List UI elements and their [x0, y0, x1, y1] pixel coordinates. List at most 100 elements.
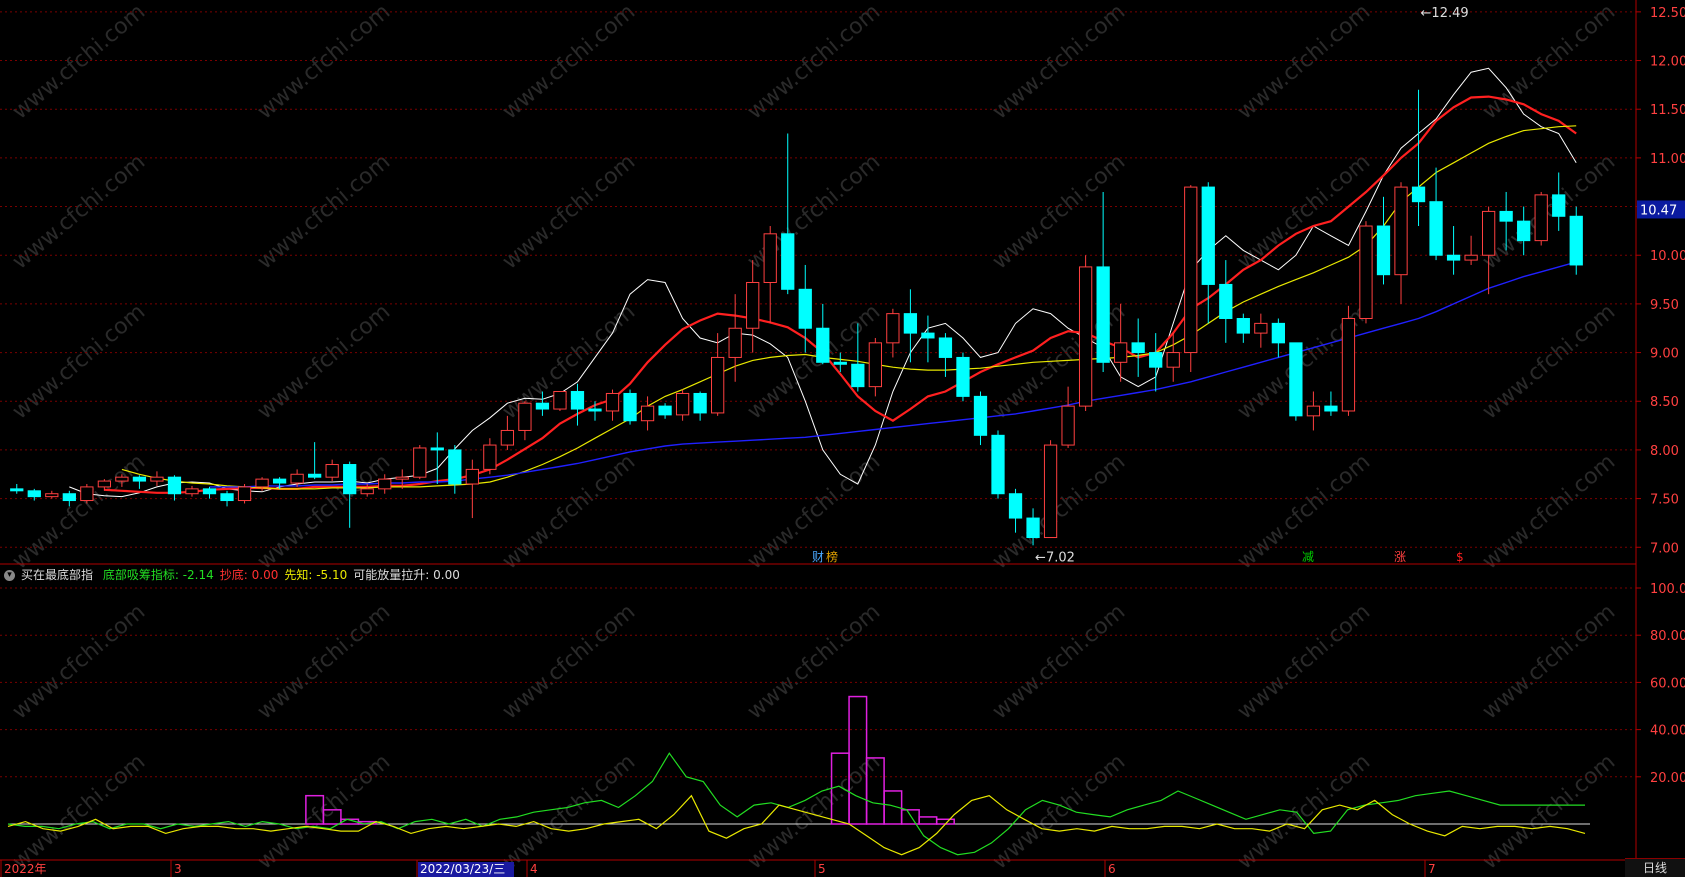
candle-up	[80, 486, 94, 502]
moving-average-lines	[69, 67, 1577, 498]
watermark-text: www.cfchi.com	[1478, 299, 1620, 424]
indicator-tick-label: 100.00	[1650, 582, 1685, 597]
candle-up	[483, 444, 497, 470]
price-tick-label: 9.00	[1650, 347, 1679, 362]
watermark-text: www.cfchi.com	[988, 599, 1130, 724]
indicator-name: 买在最底部指	[21, 568, 94, 582]
candle-up	[237, 486, 252, 502]
indicator-value: 抄底:	[219, 568, 252, 582]
chaodi-bar	[918, 816, 938, 825]
low-price-marker: ←7.02	[1035, 550, 1075, 565]
candle-down	[956, 356, 970, 397]
watermark-text: www.cfchi.com	[253, 149, 395, 274]
candle-down	[798, 288, 812, 329]
indicator-tick-label: 60.00	[1650, 676, 1685, 691]
date-label: 5	[818, 862, 826, 876]
watermark-text: www.cfchi.com	[8, 299, 150, 424]
candle-up	[605, 392, 620, 412]
candle-up	[360, 488, 374, 495]
candle-up	[1534, 194, 1548, 242]
collapse-icon[interactable]: ▾	[4, 570, 15, 581]
watermark-text: www.cfchi.com	[1233, 599, 1375, 724]
price-tick-label: 11.00	[1650, 152, 1685, 167]
candle-down	[781, 233, 795, 290]
candle-down	[1271, 322, 1285, 344]
candle-up	[465, 468, 479, 485]
price-tick-label: 12.00	[1650, 55, 1685, 70]
indicator-values: 底部吸筹指标: -2.14 抄底: 0.00 先知: -5.10 可能放量拉升: 0.…	[103, 568, 466, 582]
chart-stage[interactable]: www.cfchi.com www.cfchi.com www.cfchi.com w…	[0, 0, 1685, 877]
event-marker: $	[1456, 550, 1464, 564]
candle-down	[10, 488, 24, 492]
candle-up	[1306, 405, 1321, 417]
watermark-text: www.cfchi.com	[498, 599, 640, 724]
period-button[interactable]: 日线	[1625, 858, 1685, 877]
price-tick-label: 11.50	[1650, 103, 1685, 118]
candle-down	[132, 476, 147, 482]
watermark-text: www.cfchi.com	[988, 0, 1130, 125]
high-price-marker: ←12.49	[1421, 6, 1469, 21]
price-axis: 12.5012.0011.5011.0010.5010.009.509.008.…	[0, 6, 1685, 877]
watermark-text: www.cfchi.com	[253, 299, 395, 424]
watermark-text: www.cfchi.com	[498, 449, 640, 574]
candle-up	[255, 478, 269, 488]
candle-down	[167, 476, 182, 495]
price-tick-label: 12.50	[1650, 6, 1685, 21]
candle-down	[1569, 215, 1583, 266]
watermark-text: www.cfchi.com	[743, 0, 885, 125]
candle-down	[27, 490, 41, 498]
date-label: 4	[530, 862, 538, 876]
candle-down	[833, 361, 847, 365]
candle-down	[991, 434, 1005, 495]
candle-down	[1376, 225, 1391, 276]
watermark-text: www.cfchi.com	[1478, 449, 1620, 574]
ma-line-ma5	[69, 67, 1577, 498]
candle-down	[1289, 342, 1303, 417]
candle-up	[150, 476, 164, 482]
candle-up	[1464, 254, 1478, 261]
event-marker: 榜	[826, 549, 838, 564]
candle-up	[97, 480, 112, 488]
price-tick-label: 7.00	[1650, 541, 1679, 556]
candle-down	[658, 405, 672, 416]
event-marker: 涨	[1394, 549, 1406, 564]
watermark-text: www.cfchi.com	[498, 0, 640, 125]
candle-up	[1254, 322, 1268, 334]
candle-up	[1114, 342, 1128, 363]
candle-down	[693, 392, 707, 414]
candle-up	[553, 391, 567, 410]
price-tick-label: 9.50	[1650, 298, 1679, 313]
candle-up	[45, 493, 59, 498]
indicator-value: 底部吸筹指标:	[102, 568, 183, 582]
candle-down	[202, 488, 217, 495]
candle-down	[816, 327, 830, 363]
candle-up	[378, 478, 392, 490]
candle-up	[763, 233, 777, 283]
candle-up	[1184, 186, 1198, 354]
candle-down	[903, 313, 918, 334]
candle-down	[448, 449, 462, 485]
watermark-text: www.cfchi.com	[1233, 149, 1375, 274]
watermark-text: www.cfchi.com	[8, 149, 150, 274]
watermark-text: www.cfchi.com	[1478, 749, 1620, 874]
candle-up	[395, 476, 409, 480]
candle-up	[886, 313, 900, 344]
candle-up	[1359, 225, 1373, 320]
candle-down	[1236, 318, 1250, 334]
candle-down	[1446, 254, 1461, 261]
date-label: 2022年	[4, 862, 47, 876]
candle-down	[570, 391, 585, 410]
grid-lines	[0, 0, 1685, 861]
candle-down	[62, 493, 76, 502]
watermark-text: www.cfchi.com	[8, 0, 150, 125]
current-price-label: 10.47	[1640, 203, 1677, 218]
date-label: 3	[174, 862, 182, 876]
candle-down	[308, 473, 322, 478]
watermark-text: www.cfchi.com	[743, 749, 885, 874]
watermark-text: www.cfchi.com	[253, 449, 395, 574]
watermark-text: www.cfchi.com	[8, 449, 150, 574]
watermark-text: www.cfchi.com	[253, 0, 395, 125]
indicator-tick-label: 80.00	[1650, 629, 1685, 644]
candle-down	[1517, 220, 1531, 242]
candle-up	[290, 473, 304, 484]
